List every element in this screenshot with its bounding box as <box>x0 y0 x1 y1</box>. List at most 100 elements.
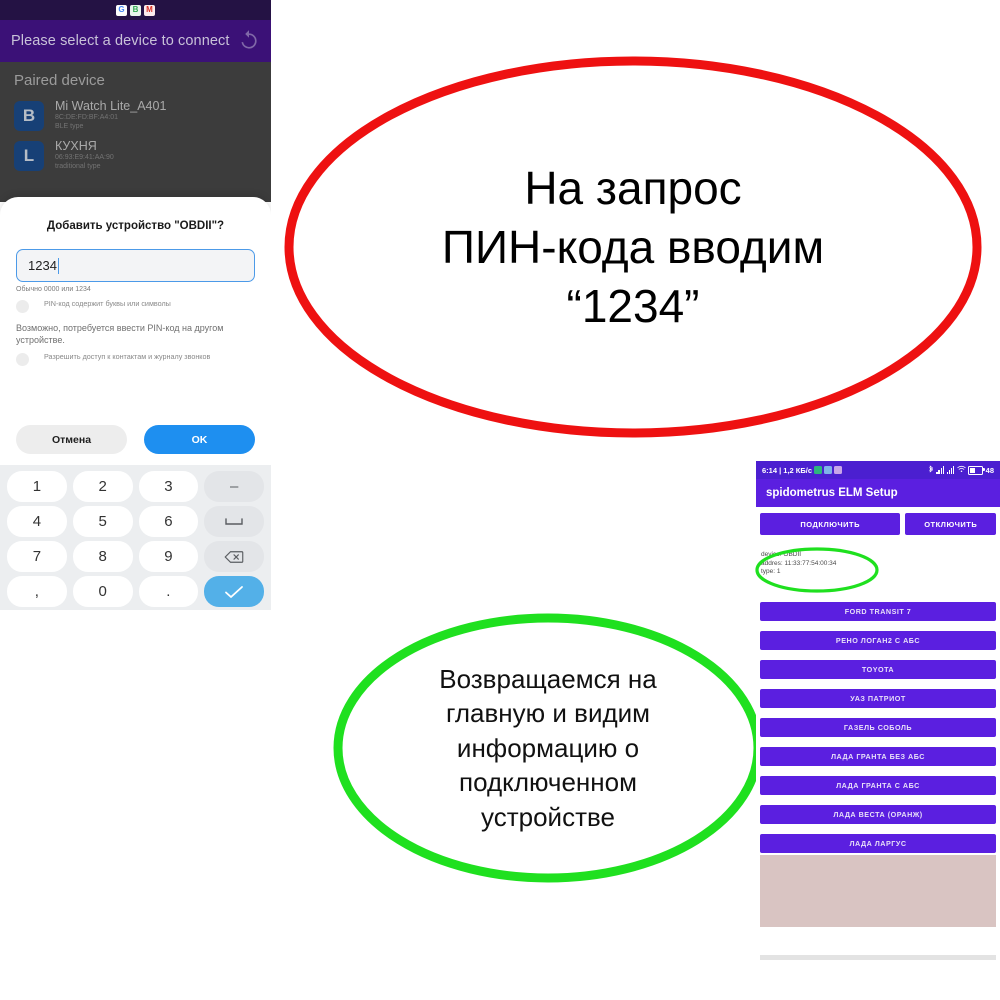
right-phone-title-bar: spidometrus ELM Setup <box>756 479 1000 507</box>
numeric-keypad: 1 2 3 – 4 5 6 7 8 9 , 0 . <box>0 465 271 610</box>
page-title: spidometrus ELM Setup <box>766 487 898 499</box>
device-info-address: addres: 11:33:77:54:00:34 <box>761 559 837 567</box>
key-1[interactable]: 1 <box>7 471 67 502</box>
bluetooth-chip-icon: B <box>130 4 141 16</box>
pair-device-dialog: Добавить устройство "OBDII"? 1234 Обычно… <box>0 197 271 465</box>
keypad-row: , 0 . <box>4 576 267 607</box>
key-2[interactable]: 2 <box>72 471 133 502</box>
red-callout-line-3: “1234” <box>566 279 700 332</box>
text-caret <box>57 257 60 274</box>
pin-input-value: 1234 <box>28 258 57 273</box>
checkbox-label: Разрешить доступ к контактам и журналу з… <box>44 352 211 361</box>
app-notification-icon-2 <box>824 466 833 474</box>
left-phone-app-bar: Please select a device to connect <box>0 20 271 62</box>
app-bar-title: Please select a device to connect <box>11 33 230 49</box>
keypad-row: 7 8 9 <box>4 541 267 572</box>
list-item[interactable]: L КУХНЯ 06:93:E9:41:AA:90 traditional ty… <box>0 135 271 175</box>
left-phone-status-bar: G B M <box>0 0 271 20</box>
checkbox-label: PIN-код содержит буквы или символы <box>44 299 171 308</box>
ok-button[interactable]: OK <box>144 425 255 454</box>
app-notification-icon-3 <box>834 466 843 474</box>
car-button-lada-vesta-oranzh[interactable]: ЛАДА ВЕСТА (ОРАНЖ) <box>760 805 996 824</box>
car-button-lada-largus[interactable]: ЛАДА ЛАРГУС <box>760 834 996 853</box>
key-7[interactable]: 7 <box>7 541 67 572</box>
key-9[interactable]: 9 <box>138 541 199 572</box>
device-name: КУХНЯ <box>55 139 97 153</box>
keypad-row: 1 2 3 – <box>4 471 267 502</box>
green-callout-line-5: устройстве <box>481 801 615 832</box>
car-button-reno-logan2[interactable]: РЕНО ЛОГАН2 С АБС <box>760 631 996 650</box>
disconnect-button[interactable]: ОТКЛЮЧИТЬ <box>905 513 996 535</box>
car-button-uaz-patriot[interactable]: УАЗ ПАТРИОТ <box>760 689 996 708</box>
space-icon[interactable] <box>204 506 264 537</box>
car-button-toyota[interactable]: TOYOTA <box>760 660 996 679</box>
red-callout-line-1: На запрос <box>524 162 742 215</box>
checkbox-icon[interactable] <box>16 353 29 366</box>
signal-icon-2 <box>946 466 955 474</box>
car-button-ford-transit-7[interactable]: FORD TRANSIT 7 <box>760 602 996 621</box>
green-callout-line-1: Возвращаемся на <box>439 663 657 694</box>
device-address: 06:93:E9:41:AA:90 <box>55 154 114 161</box>
dialog-title: Добавить устройство "OBDII"? <box>46 220 225 232</box>
signal-icon-1 <box>936 466 945 474</box>
bottom-bar <box>760 955 996 960</box>
status-bar-time-data: 6:14 | 1,2 КБ/c <box>762 465 813 475</box>
checkbox-row-pin-symbols[interactable]: PIN-код содержит буквы или символы <box>16 299 271 313</box>
left-phone-screenshot: G B M Please select a device to connect … <box>0 0 271 610</box>
check-icon[interactable] <box>204 576 264 607</box>
connected-device-info: device: OBDII addres: 11:33:77:54:00:34 … <box>761 551 941 577</box>
google-chip-icon: G <box>116 4 127 16</box>
key-comma[interactable]: , <box>7 576 67 607</box>
avatar: B <box>14 101 44 131</box>
paired-device-heading: Paired device <box>14 72 105 89</box>
battery-percent: 48 <box>985 465 994 475</box>
avatar: L <box>14 141 44 171</box>
device-info-name: device: OBDII <box>761 551 802 558</box>
device-type: traditional type <box>55 163 101 170</box>
car-profile-list: FORD TRANSIT 7 РЕНО ЛОГАН2 С АБС TOYOTA … <box>756 602 1000 863</box>
dialog-button-row: Отмена OK <box>0 425 271 454</box>
device-info-type: type: 1 <box>761 568 781 576</box>
minus-key[interactable]: – <box>204 471 264 502</box>
connect-button[interactable]: ПОДКЛЮЧИТЬ <box>760 513 901 535</box>
green-callout-line-2: главную и видим <box>445 698 651 729</box>
device-type: BLE type <box>55 123 84 130</box>
app-notification-icon-1 <box>814 466 823 474</box>
key-3[interactable]: 3 <box>138 471 199 502</box>
pin-input[interactable]: 1234 <box>16 249 255 282</box>
connection-button-row: ПОДКЛЮЧИТЬ ОТКЛЮЧИТЬ <box>756 513 1000 535</box>
paired-device-list: Paired device B Mi Watch Lite_A401 8C:DE… <box>0 62 271 202</box>
refresh-icon[interactable] <box>236 28 262 54</box>
key-period[interactable]: . <box>138 576 199 607</box>
green-callout-line-4: подключенном <box>459 767 637 798</box>
key-4[interactable]: 4 <box>7 506 67 537</box>
device-address: 8C:DE:FD:BF:A4:01 <box>55 114 119 121</box>
red-callout: На запрос ПИН-кода вводим “1234” <box>283 55 983 440</box>
red-callout-line-2: ПИН-кода вводим <box>441 221 825 274</box>
key-8[interactable]: 8 <box>72 541 133 572</box>
keypad-row: 4 5 6 <box>4 506 267 537</box>
car-button-gazel-sobol[interactable]: ГАЗЕЛЬ СОБОЛЬ <box>760 718 996 737</box>
gmail-chip-icon: M <box>144 4 155 16</box>
backspace-icon[interactable] <box>204 541 264 572</box>
wifi-icon <box>956 465 966 475</box>
key-0[interactable]: 0 <box>72 576 133 607</box>
list-item[interactable]: B Mi Watch Lite_A401 8C:DE:FD:BF:A4:01 B… <box>0 95 271 135</box>
car-button-lada-granta-s-abs[interactable]: ЛАДА ГРАНТА С АБС <box>760 776 996 795</box>
bluetooth-icon <box>928 464 934 476</box>
car-button-lada-granta-bez-abs[interactable]: ЛАДА ГРАНТА БЕЗ АБС <box>760 747 996 766</box>
pin-helper-text: Обычно 0000 или 1234 <box>16 286 91 293</box>
cancel-button[interactable]: Отмена <box>16 425 127 454</box>
green-callout: Возвращаемся на главную и видим информац… <box>332 612 764 884</box>
device-name: Mi Watch Lite_A401 <box>55 99 167 113</box>
battery-icon <box>968 465 985 475</box>
key-5[interactable]: 5 <box>72 506 133 537</box>
content-panel <box>760 855 996 927</box>
checkbox-icon[interactable] <box>16 300 29 313</box>
right-phone-screenshot: 6:14 | 1,2 КБ/c 48 spidometrus ELM Setup… <box>756 461 1000 1000</box>
checkbox-row-contacts[interactable]: Разрешить доступ к контактам и журналу з… <box>16 352 271 366</box>
key-6[interactable]: 6 <box>138 506 199 537</box>
dialog-note: Возможно, потребуется ввести PIN-код на … <box>16 323 224 345</box>
green-callout-line-3: информацию о <box>456 732 640 763</box>
right-phone-status-bar: 6:14 | 1,2 КБ/c 48 <box>756 461 1000 479</box>
